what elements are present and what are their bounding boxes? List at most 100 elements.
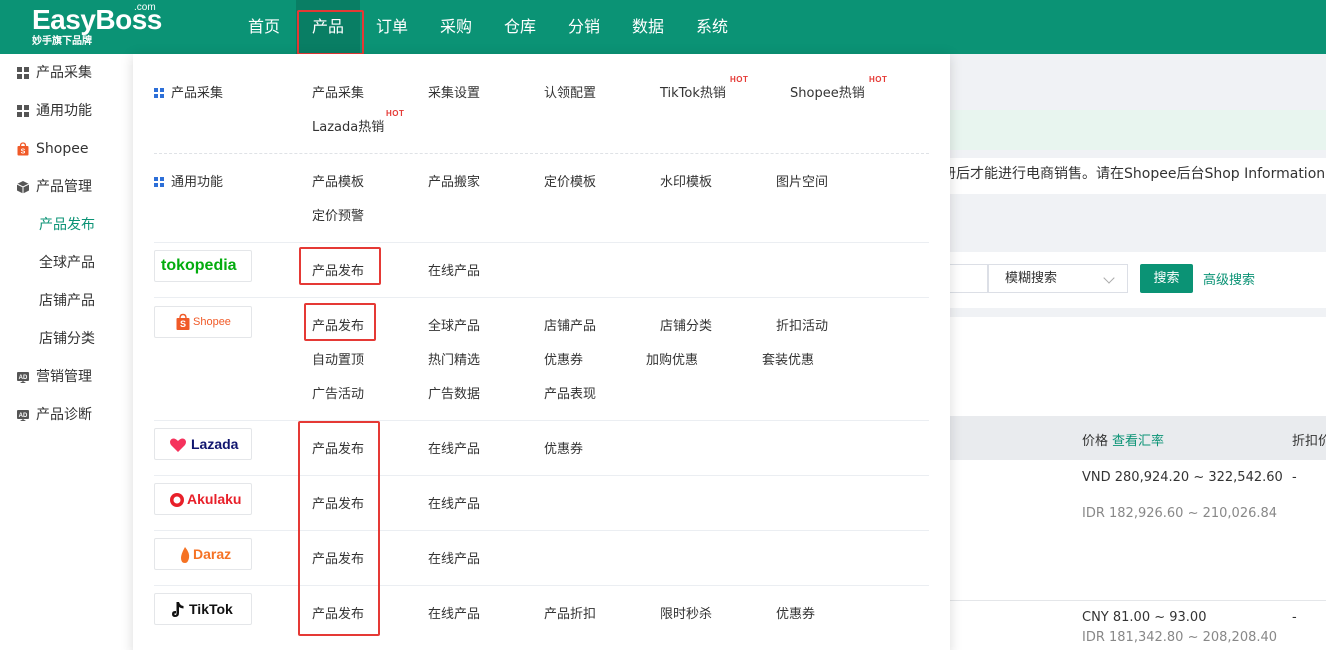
menu-link-collect-settings[interactable]: 采集设置 — [428, 82, 480, 101]
sidebar-item-store-products[interactable]: 店铺产品 — [0, 282, 133, 320]
divider — [154, 297, 929, 298]
nav-home[interactable]: 首页 — [232, 0, 296, 54]
menu-link-shopee-discount[interactable]: 折扣活动 — [776, 315, 828, 334]
sidebar-item-label: 店铺产品 — [39, 293, 95, 309]
menu-link-product-move[interactable]: 产品搬家 — [428, 171, 480, 190]
sidebar-item-product-mgmt[interactable]: 产品管理 — [0, 168, 133, 206]
sidebar-item-marketing[interactable]: AD 营销管理 — [0, 358, 133, 396]
section-collect: 产品采集 — [154, 82, 223, 101]
hot-badge: HOT — [730, 75, 749, 84]
menu-link-tokopedia-online[interactable]: 在线产品 — [428, 260, 480, 279]
grid-icon — [154, 88, 164, 98]
sidebar-item-store-categories[interactable]: 店铺分类 — [0, 320, 133, 358]
daraz-flame-icon — [181, 547, 190, 563]
menu-link-lazada-vouchers[interactable]: 优惠券 — [544, 438, 583, 457]
menu-link-tiktok-hot[interactable]: TikTok热销 — [660, 82, 726, 101]
hot-badge: HOT — [386, 109, 405, 118]
row1-price-secondary: IDR 182,926.60 ~ 210,026.84 — [1082, 506, 1278, 521]
daraz-logo: Daraz — [154, 538, 252, 570]
shopee-logo: S Shopee — [154, 306, 252, 338]
menu-link-claim-config[interactable]: 认领配置 — [544, 82, 596, 101]
nav-distribution[interactable]: 分销 — [552, 0, 616, 54]
notice-banner — [940, 110, 1326, 150]
nav-warehouse[interactable]: 仓库 — [488, 0, 552, 54]
section-general-label: 通用功能 — [171, 175, 224, 190]
tokopedia-logo-text: tokopedia — [161, 257, 237, 274]
daraz-logo-text: Daraz — [193, 546, 232, 562]
svg-text:AD: AD — [19, 375, 28, 381]
menu-link-shopee-store-products[interactable]: 店铺产品 — [544, 315, 596, 334]
section-general: 通用功能 — [154, 171, 223, 190]
sidebar-item-publish[interactable]: 产品发布 — [0, 206, 133, 244]
menu-link-tiktok-online[interactable]: 在线产品 — [428, 603, 480, 622]
menu-link-shopee-hot[interactable]: Shopee热销 — [790, 82, 865, 101]
sidebar-item-collect[interactable]: 产品采集 — [0, 54, 133, 92]
sidebar-item-label: 产品诊断 — [36, 407, 92, 423]
menu-link-shopee-top-picks[interactable]: 热门精选 — [428, 349, 480, 368]
menu-link-shopee-global[interactable]: 全球产品 — [428, 315, 480, 334]
lazada-logo: Lazada — [154, 428, 252, 460]
menu-link-shopee-bundle[interactable]: 套装优惠 — [762, 349, 814, 368]
sidebar-item-diagnosis[interactable]: AD 产品诊断 — [0, 396, 133, 434]
sidebar-item-global-products[interactable]: 全球产品 — [0, 244, 133, 282]
tiktok-logo: TikTok — [154, 593, 252, 625]
grid-icon — [154, 177, 164, 187]
sidebar-item-label: 产品发布 — [39, 217, 95, 233]
menu-link-product-template[interactable]: 产品模板 — [312, 171, 364, 190]
sidebar-item-label: 产品采集 — [36, 65, 92, 81]
ad-icon: AD — [17, 372, 29, 383]
brand-com: .com — [134, 2, 156, 13]
menu-link-watermark-template[interactable]: 水印模板 — [660, 171, 712, 190]
brand-logo[interactable]: EasyBoss .com 妙手旗下品牌 — [32, 2, 162, 48]
divider — [154, 530, 929, 531]
menu-link-shopee-ad-campaign[interactable]: 广告活动 — [312, 383, 364, 402]
col-price: 价格 — [1082, 434, 1109, 449]
menu-link-pricing-template[interactable]: 定价模板 — [544, 171, 596, 190]
sidebar-item-label: 通用功能 — [36, 103, 92, 119]
menu-link-pricing-alert[interactable]: 定价预警 — [312, 205, 364, 224]
sidebar-item-label: 产品管理 — [36, 179, 92, 195]
nav-system[interactable]: 系统 — [680, 0, 744, 54]
menu-link-lazada-hot[interactable]: Lazada热销 — [312, 116, 384, 135]
akulaku-icon — [170, 493, 184, 507]
menu-link-image-space[interactable]: 图片空间 — [776, 171, 828, 190]
highlight-box — [298, 421, 380, 636]
nav-data[interactable]: 数据 — [616, 0, 680, 54]
menu-link-lazada-online[interactable]: 在线产品 — [428, 438, 480, 457]
menu-link-shopee-ad-data[interactable]: 广告数据 — [428, 383, 480, 402]
menu-link-akulaku-online[interactable]: 在线产品 — [428, 493, 480, 512]
sidebar-item-general[interactable]: 通用功能 — [0, 92, 133, 130]
menu-link-tiktok-flash-sale[interactable]: 限时秒杀 — [660, 603, 712, 622]
nav-product[interactable]: 产品 — [296, 0, 364, 55]
menu-link-collect[interactable]: 产品采集 — [312, 82, 364, 101]
row1-price-primary: VND 280,924.20 ~ 322,542.60 — [1082, 470, 1283, 485]
top-bar: EasyBoss .com 妙手旗下品牌 首页 产品 订单 采购 仓库 分销 数… — [0, 0, 1326, 55]
nav-purchase[interactable]: 采购 — [424, 0, 488, 54]
tiktok-logo-text: TikTok — [189, 601, 233, 617]
view-exchange-rate-link[interactable]: 查看汇率 — [1112, 430, 1164, 449]
menu-link-tiktok-discount[interactable]: 产品折扣 — [544, 603, 596, 622]
box-icon — [16, 181, 30, 194]
divider — [154, 585, 929, 586]
menu-link-shopee-store-categories[interactable]: 店铺分类 — [660, 315, 712, 334]
section-collect-label: 产品采集 — [171, 86, 224, 101]
sidebar-item-shopee[interactable]: S Shopee — [0, 130, 133, 168]
hot-badge: HOT — [869, 75, 888, 84]
menu-link-shopee-add-on[interactable]: 加购优惠 — [646, 349, 698, 368]
menu-link-shopee-performance[interactable]: 产品表现 — [544, 383, 596, 402]
highlight-box — [299, 247, 381, 285]
advanced-search-link[interactable]: 高级搜索 — [1203, 269, 1255, 288]
menu-link-daraz-online[interactable]: 在线产品 — [428, 548, 480, 567]
svg-text:S: S — [21, 149, 26, 156]
nav-orders[interactable]: 订单 — [360, 0, 424, 54]
col-discount: 折扣价 — [1292, 434, 1326, 449]
search-mode-value: 模糊搜索 — [1005, 271, 1058, 286]
divider — [154, 153, 929, 154]
search-button[interactable]: 搜索 — [1140, 264, 1193, 293]
menu-link-shopee-auto-bump[interactable]: 自动置顶 — [312, 349, 364, 368]
search-mode-select[interactable]: 模糊搜索 — [988, 264, 1128, 293]
tiktok-note-icon — [172, 602, 184, 617]
menu-link-shopee-vouchers[interactable]: 优惠券 — [544, 349, 583, 368]
menu-link-tiktok-vouchers[interactable]: 优惠券 — [776, 603, 815, 622]
sidebar-item-label: 店铺分类 — [39, 331, 95, 347]
